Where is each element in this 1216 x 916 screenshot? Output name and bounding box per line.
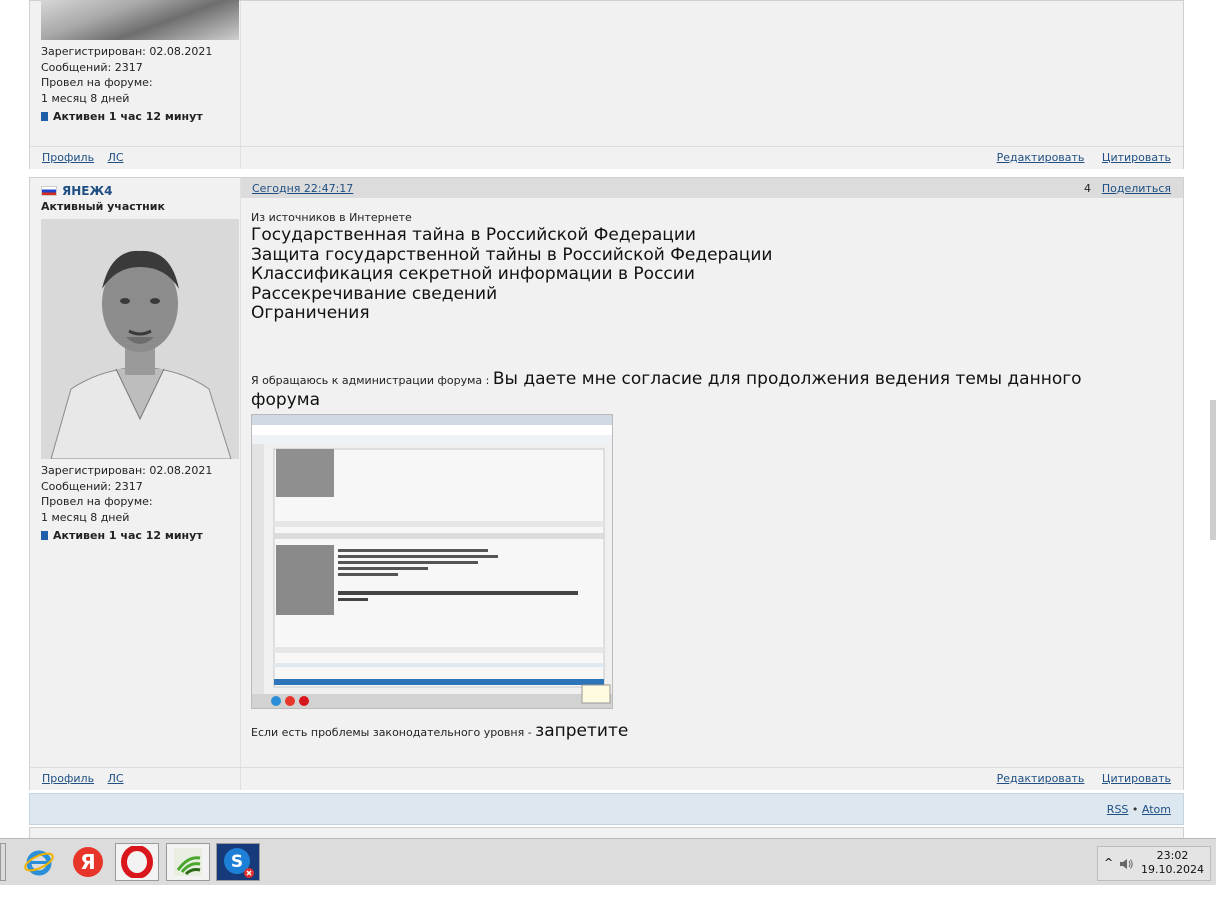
author-rank: Активный участник: [41, 200, 165, 213]
svg-text:S: S: [231, 852, 243, 872]
quote-link[interactable]: Цитировать: [1102, 772, 1171, 785]
separator: •: [1131, 803, 1139, 816]
pm-link[interactable]: ЛС: [108, 772, 124, 785]
appeal-small-text: Я обращаюсь к администрации форума :: [251, 374, 490, 387]
edit-link[interactable]: Редактировать: [997, 772, 1085, 785]
clock-time: 23:02: [1156, 849, 1189, 862]
headline-list: Государственная тайна в Российской Федер…: [251, 225, 773, 324]
system-tray: ^ 23:02 19.10.2024: [1097, 846, 1211, 881]
author-name[interactable]: ЯНЕЖ4: [41, 184, 113, 198]
message-count: Сообщений: 2317: [41, 60, 143, 74]
headline: Ограничения: [251, 303, 370, 323]
embedded-screenshot-image[interactable]: [251, 414, 613, 709]
post-footer: Профиль ЛС Редактировать Цитировать: [30, 767, 1183, 790]
headline: Государственная тайна в Российской Федер…: [251, 225, 696, 245]
windows-taskbar: Я S ^ 23:02 19.10.2024: [0, 838, 1216, 885]
skype-icon[interactable]: S: [216, 843, 260, 881]
rss-link[interactable]: RSS: [1107, 803, 1129, 816]
headline: Классификация секретной информации в Рос…: [251, 264, 695, 284]
feeds-bar: RSS • Atom: [29, 793, 1184, 825]
message-count: Сообщений: 2317: [41, 479, 143, 493]
author-stats: Зарегистрирован: 02.08.2021 Сообщений: 2…: [41, 463, 212, 525]
appeal-paragraph: Я обращаюсь к администрации форума : Вы …: [251, 369, 1131, 412]
post-footer: Профиль ЛС Редактировать Цитировать: [30, 146, 1183, 169]
post-header: Сегодня 22:47:17 4 Поделиться: [241, 178, 1183, 198]
pm-link[interactable]: ЛС: [108, 151, 124, 164]
volume-icon[interactable]: [1118, 856, 1134, 872]
forum-time-label: Провел на форуме:: [41, 495, 153, 508]
start-button-edge[interactable]: [0, 843, 6, 881]
online-status: Активен 1 час 12 минут: [41, 110, 203, 123]
opera-icon[interactable]: [115, 843, 159, 881]
previous-post: Зарегистрирован: 02.08.2021 Сообщений: 2…: [29, 0, 1184, 169]
registered-date: Зарегистрирован: 02.08.2021: [41, 45, 213, 58]
clock-date: 19.10.2024: [1141, 863, 1204, 876]
online-indicator-icon: [41, 112, 48, 121]
closing-small-text: Если есть проблемы законодательного уров…: [251, 726, 532, 739]
avatar-photo: [41, 219, 239, 459]
closing-paragraph: Если есть проблемы законодательного уров…: [251, 721, 629, 742]
avatar[interactable]: [41, 219, 239, 459]
screenshot-thumbnail: [252, 415, 612, 708]
edit-link[interactable]: Редактировать: [997, 151, 1085, 164]
headline: Рассекречивание сведений: [251, 283, 498, 304]
previous-post-author-column: Зарегистрирован: 02.08.2021 Сообщений: 2…: [30, 0, 240, 146]
forum-time-label: Провел на форуме:: [41, 76, 153, 89]
online-indicator-icon: [41, 531, 48, 540]
next-section-edge: [29, 827, 1184, 838]
yandex-browser-icon[interactable]: Я: [66, 843, 110, 881]
share-link[interactable]: Поделиться: [1102, 182, 1171, 195]
source-line: Из источников в Интернете: [251, 211, 412, 224]
post-timestamp-link[interactable]: Сегодня 22:47:17: [252, 182, 353, 195]
previous-post-body: [240, 1, 1183, 146]
headline: Защита государственной тайны в Российско…: [251, 244, 773, 265]
closing-big-text: запретите: [535, 721, 629, 741]
atom-link[interactable]: Atom: [1142, 803, 1171, 816]
registered-date: Зарегистрирован: 02.08.2021: [41, 464, 213, 477]
quote-link[interactable]: Цитировать: [1102, 151, 1171, 164]
russia-flag-icon: [41, 186, 57, 196]
avatar[interactable]: [41, 0, 239, 40]
svg-text:Я: Я: [80, 850, 95, 874]
online-status: Активен 1 час 12 минут: [41, 529, 203, 542]
profile-link[interactable]: Профиль: [42, 772, 94, 785]
forum-time-value: 1 месяц 8 дней: [41, 510, 130, 524]
clock[interactable]: 23:02 19.10.2024: [1141, 849, 1204, 877]
internet-explorer-icon[interactable]: [17, 843, 61, 881]
scrollbar-thumb[interactable]: [1210, 400, 1216, 540]
wifi-app-icon[interactable]: [166, 843, 210, 881]
post-number: 4: [1084, 182, 1091, 195]
tray-expand-icon[interactable]: ^: [1104, 856, 1113, 869]
forum-time-value: 1 месяц 8 дней: [41, 91, 130, 105]
profile-link[interactable]: Профиль: [42, 151, 94, 164]
post-author-column: ЯНЕЖ4 Активный участник Зарегистрирован:…: [30, 178, 240, 767]
author-stats: Зарегистрирован: 02.08.2021 Сообщений: 2…: [41, 44, 212, 106]
